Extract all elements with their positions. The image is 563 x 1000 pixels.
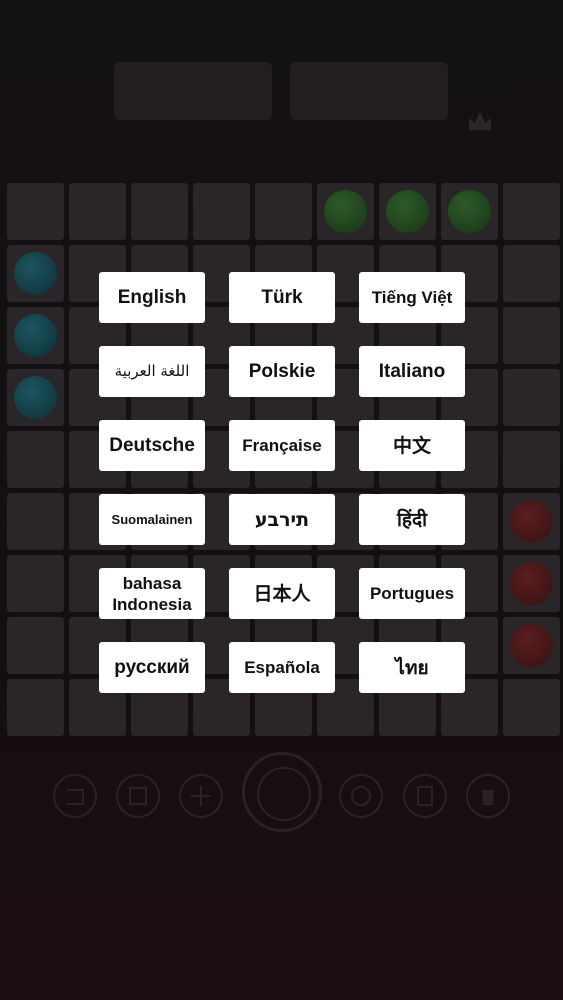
language-button-portuguese[interactable]: Portugues (359, 568, 465, 619)
board-cell (503, 493, 560, 550)
board-cell (7, 493, 64, 550)
undo-icon (53, 774, 97, 818)
trash-icon (466, 774, 510, 818)
board-cell (69, 183, 126, 240)
copy-icon (403, 774, 447, 818)
board-cell (7, 555, 64, 612)
board-cell (503, 183, 560, 240)
board-cell (441, 183, 498, 240)
clock-icon (339, 774, 383, 818)
language-button-finnish[interactable]: Suomalainen (99, 494, 205, 545)
board-cell (503, 431, 560, 488)
board-cell (7, 307, 64, 364)
board-cell (379, 183, 436, 240)
language-button-chinese[interactable]: 中文 (359, 420, 465, 471)
language-button-hindi[interactable]: हिंदी (359, 494, 465, 545)
language-button-german[interactable]: Deutsche (99, 420, 205, 471)
language-button-indonesian[interactable]: bahasa Indonesia (99, 568, 205, 619)
language-button-turkish[interactable]: Türk (229, 272, 335, 323)
language-button-italian[interactable]: Italiano (359, 346, 465, 397)
language-button-english[interactable]: English (99, 272, 205, 323)
board-cell (503, 679, 560, 736)
board-cell (131, 183, 188, 240)
language-button-japanese[interactable]: 日本人 (229, 568, 335, 619)
language-button-hebrew[interactable]: תירבע (229, 494, 335, 545)
language-button-arabic[interactable]: اللغة العربية (99, 346, 205, 397)
board-cell (503, 369, 560, 426)
teal-ball (14, 314, 57, 357)
board-cell (503, 555, 560, 612)
language-button-russian[interactable]: русский (99, 642, 205, 693)
board-cell (7, 617, 64, 674)
crown-icon (469, 112, 491, 130)
plus-icon (179, 774, 223, 818)
red-ball (510, 500, 553, 543)
language-button-thai[interactable]: ไทย (359, 642, 465, 693)
score-panel-right (290, 62, 448, 120)
board-cell (255, 183, 312, 240)
score-panel-left (114, 62, 272, 120)
teal-ball (14, 376, 57, 419)
center-dial-icon (242, 752, 322, 832)
board-cell (7, 183, 64, 240)
red-ball (510, 624, 553, 667)
green-ball (386, 190, 429, 233)
board-cell (317, 183, 374, 240)
board-cell (503, 617, 560, 674)
green-ball (448, 190, 491, 233)
language-button-vietnamese[interactable]: Tiếng Việt (359, 272, 465, 323)
bottom-toolbar (0, 752, 563, 836)
board-cell (503, 245, 560, 302)
red-ball (510, 562, 553, 605)
board-cell (503, 307, 560, 364)
board-cell (193, 183, 250, 240)
board-cell (7, 431, 64, 488)
green-ball (324, 190, 367, 233)
language-button-polish[interactable]: Polskie (229, 346, 335, 397)
board-cell (7, 369, 64, 426)
language-button-french[interactable]: Française (229, 420, 335, 471)
board-cell (7, 245, 64, 302)
teal-ball (14, 252, 57, 295)
language-picker: English Türk Tiếng Việt اللغة العربية Po… (99, 272, 465, 693)
board-cell (7, 679, 64, 736)
calendar-icon (116, 774, 160, 818)
language-button-spanish[interactable]: Española (229, 642, 335, 693)
